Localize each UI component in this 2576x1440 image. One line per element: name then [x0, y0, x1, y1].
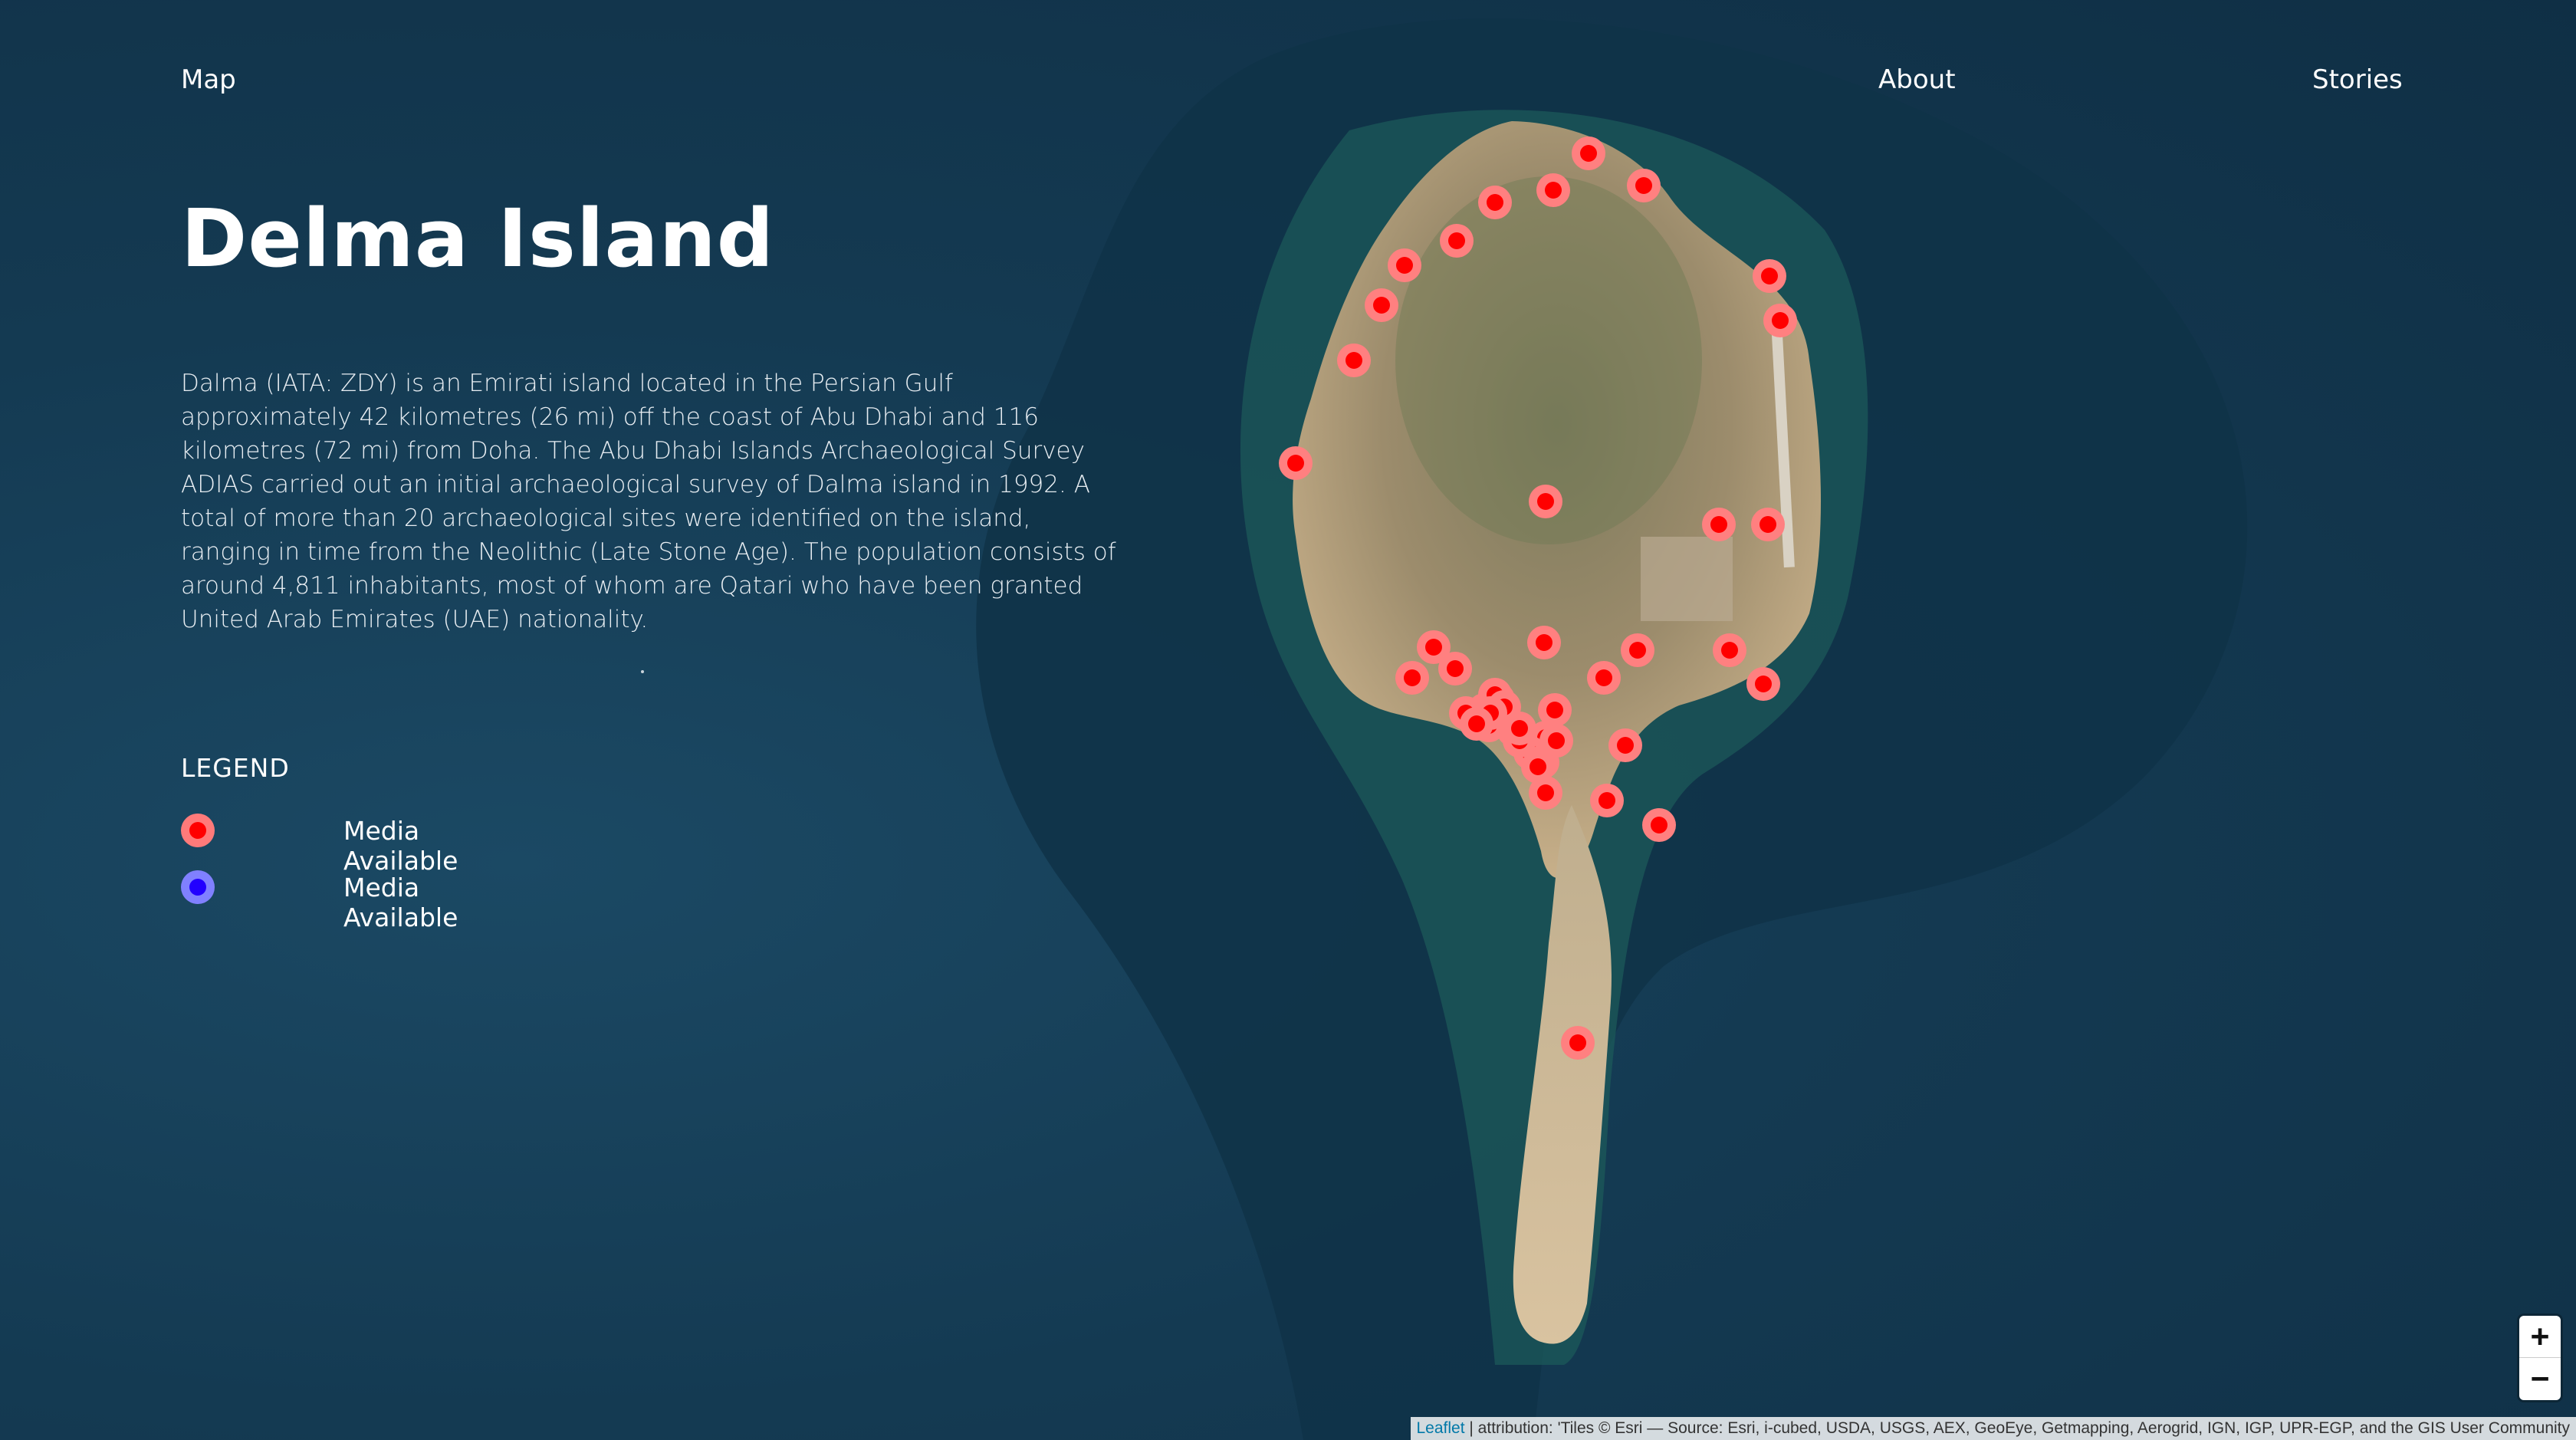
site-marker-dot	[1651, 817, 1668, 833]
site-marker-dot	[1710, 516, 1727, 533]
site-marker-dot	[1580, 145, 1597, 162]
site-marker-dot	[1287, 455, 1304, 472]
site-marker-dot	[1425, 639, 1442, 656]
site-marker-dot	[1511, 720, 1528, 737]
legend-title: LEGEND	[181, 753, 290, 783]
zoom-control: + −	[2519, 1316, 2561, 1400]
site-marker-dot	[1447, 660, 1464, 677]
site-marker-dot	[1396, 257, 1413, 274]
nav-map-link[interactable]: Map	[181, 64, 236, 95]
site-marker-dot	[1721, 642, 1738, 659]
site-marker-dot	[1598, 792, 1615, 809]
site-marker-dot	[1569, 1034, 1586, 1051]
legend-item-blue: Media Available	[181, 870, 458, 932]
site-marker-dot	[1468, 715, 1485, 732]
site-marker-dot	[1448, 232, 1465, 249]
map-page: Map About Stories Delma Island Dalma (IA…	[0, 0, 2576, 1440]
site-marker-dot	[1617, 737, 1634, 754]
site-marker-dot	[1536, 634, 1552, 651]
site-marker-dot	[1629, 642, 1646, 659]
legend-label: Media Available	[343, 873, 458, 932]
site-marker-dot	[1545, 182, 1562, 199]
leaflet-link[interactable]: Leaflet	[1417, 1419, 1465, 1437]
site-marker-dot	[1537, 784, 1554, 801]
town-area	[1641, 537, 1733, 621]
zoom-out-button[interactable]: −	[2519, 1358, 2561, 1399]
island-description: Dalma (IATA: ZDY) is an Emirati island l…	[181, 370, 1116, 633]
map-attribution: Leaflet | attribution: 'Tiles © Esri — S…	[1410, 1417, 2576, 1440]
site-marker-dot	[1346, 352, 1362, 369]
legend: LEGEND Media Available Media Available	[181, 753, 458, 932]
site-marker-dot	[1772, 312, 1789, 329]
site-marker-dot	[1635, 177, 1652, 194]
site-marker-dot	[1546, 702, 1563, 718]
site-marker-dot	[1487, 194, 1503, 211]
site-marker-dot	[1755, 676, 1772, 692]
site-marker-dot	[1760, 516, 1776, 533]
legend-item-red: Media Available	[181, 814, 458, 876]
site-marker-dot	[1548, 732, 1565, 749]
legend-label: Media Available	[343, 816, 458, 876]
site-marker-dot	[1404, 669, 1421, 686]
nav-stories-link[interactable]: Stories	[2312, 64, 2403, 95]
site-marker-dot	[1761, 268, 1778, 284]
attribution-text: | attribution: 'Tiles © Esri — Source: E…	[1464, 1419, 2570, 1437]
decorative-dot	[641, 670, 644, 673]
site-marker-dot	[1373, 297, 1390, 314]
page-title: Delma Island	[181, 192, 775, 285]
site-marker-dot	[1595, 669, 1612, 686]
zoom-in-button[interactable]: +	[2519, 1316, 2561, 1358]
blue-marker-icon	[181, 870, 215, 904]
site-marker-dot	[1530, 758, 1546, 775]
red-marker-icon	[181, 814, 215, 847]
site-marker-dot	[1537, 493, 1554, 510]
nav-about-link[interactable]: About	[1878, 64, 1956, 95]
